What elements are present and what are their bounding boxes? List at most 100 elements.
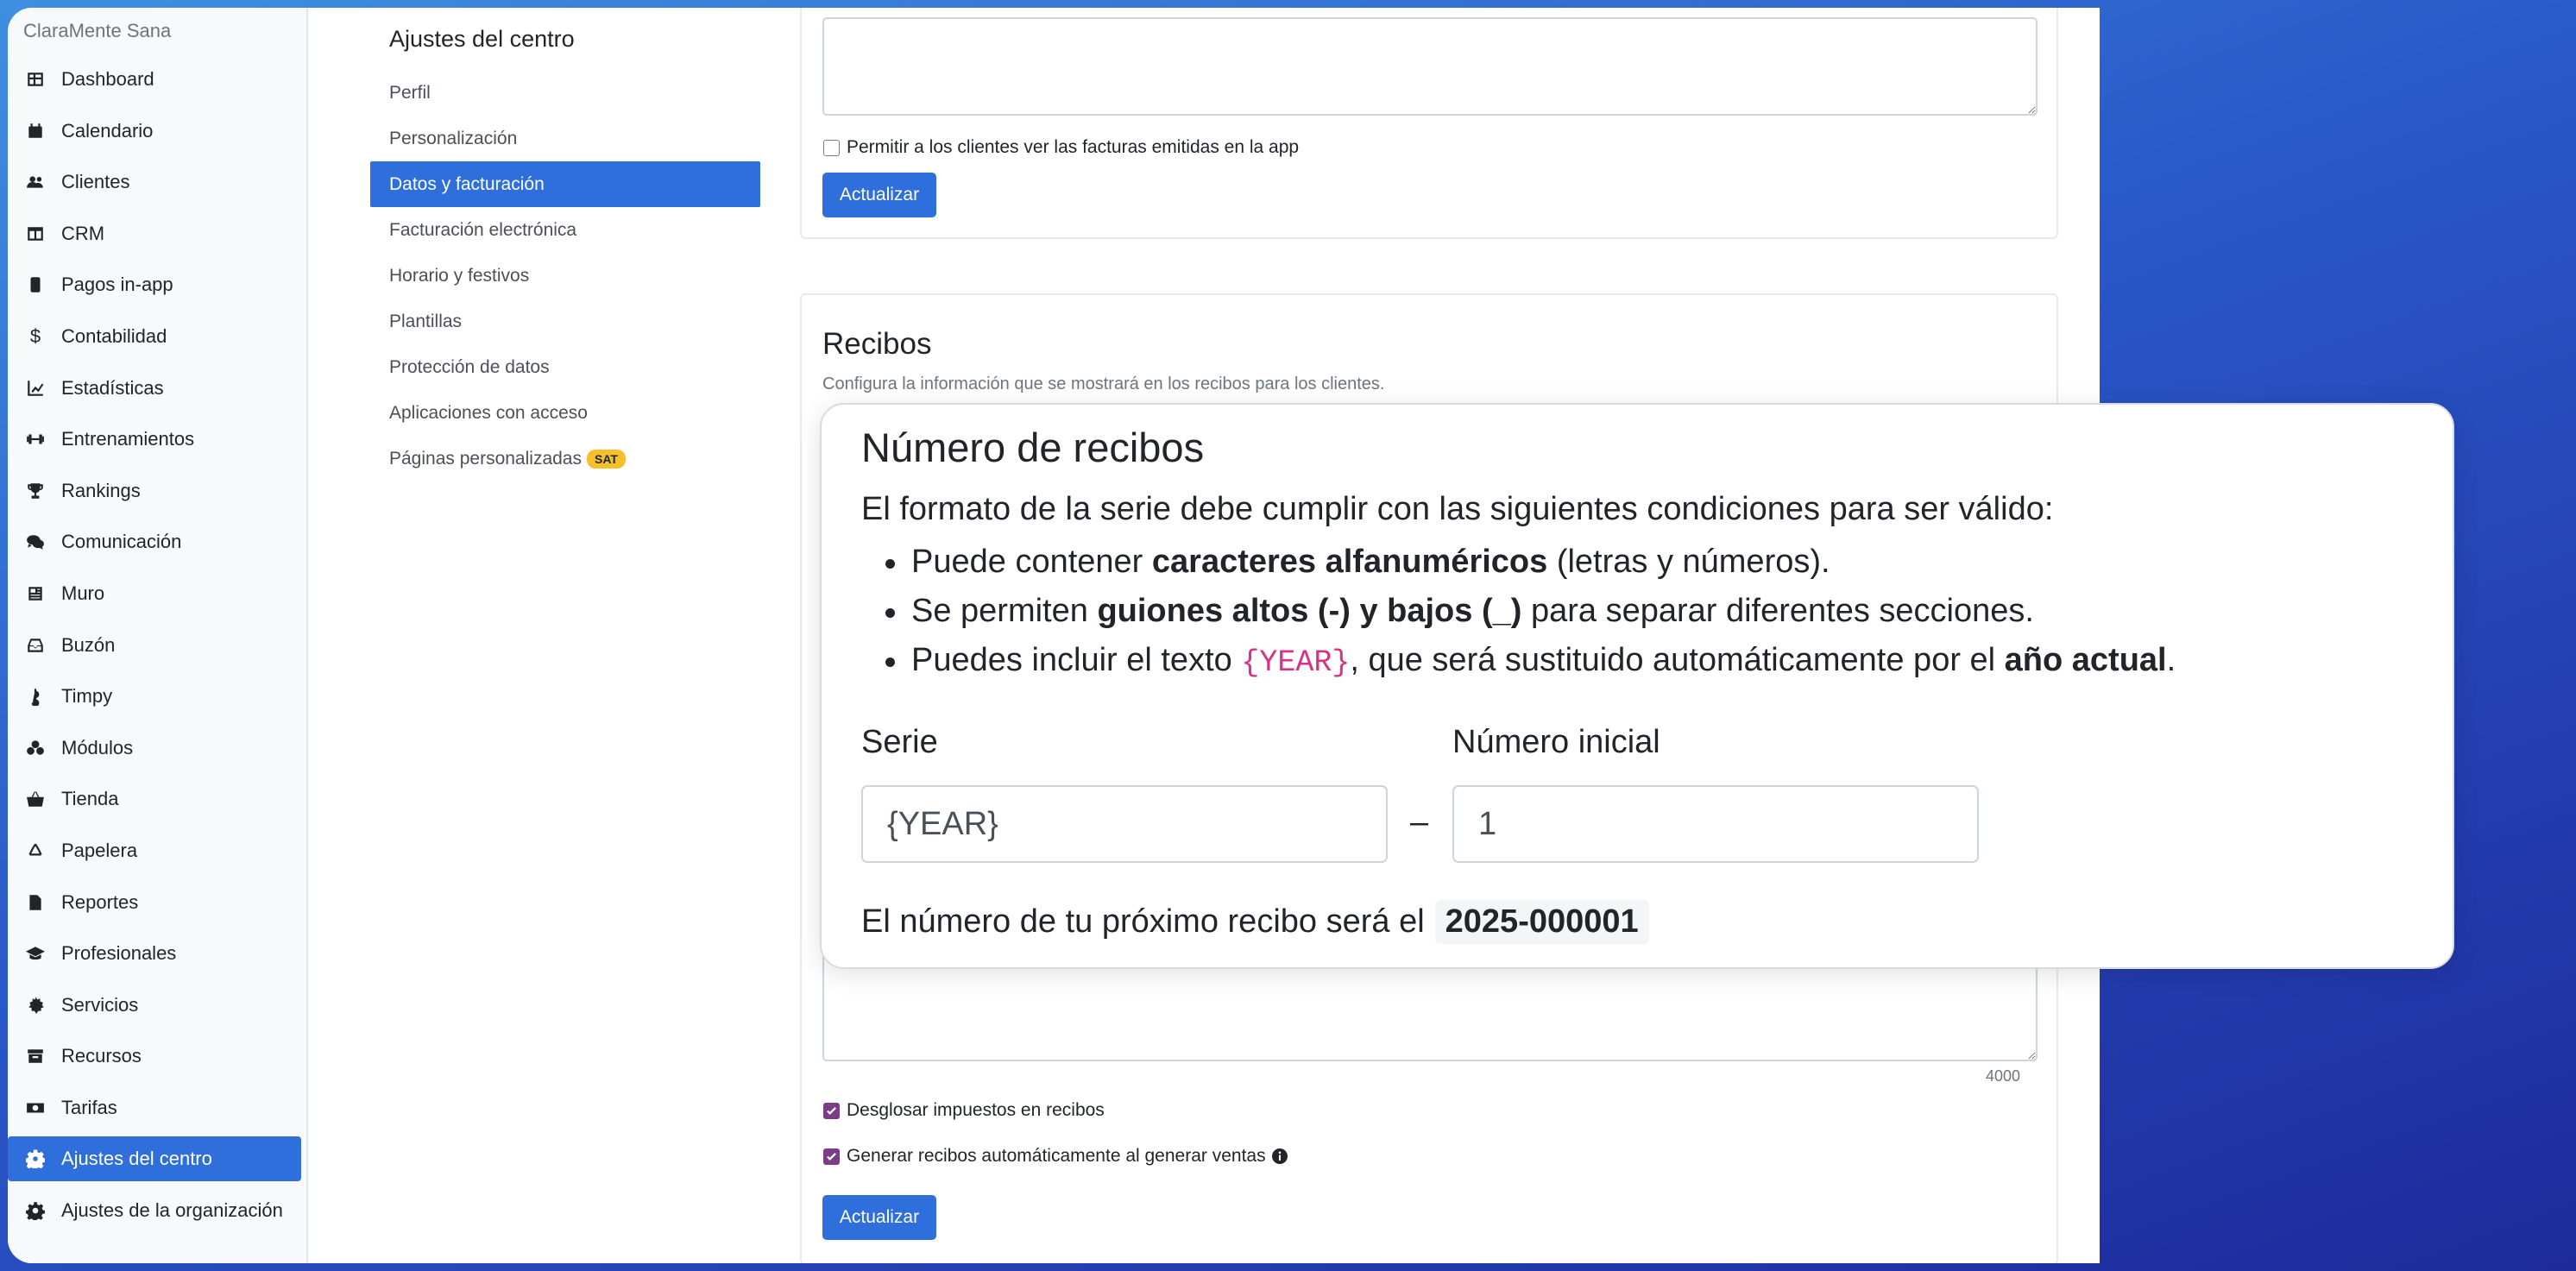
- sidebar-item-label: Calendario: [61, 119, 154, 142]
- rule-hyphens: Se permiten guiones altos (-) y bajos (_…: [885, 587, 2176, 636]
- invoice-text-area[interactable]: [822, 17, 2037, 116]
- gear-icon: [25, 1200, 46, 1221]
- columns-icon: [25, 223, 46, 244]
- dollar-icon: $: [29, 324, 41, 347]
- sidebar-item-statistics[interactable]: Estadísticas: [8, 366, 301, 411]
- sidebar-item-clients[interactable]: Clientes: [8, 160, 301, 204]
- sidebar-item-calendar[interactable]: Calendario: [8, 109, 301, 154]
- sidebar-item-inbox[interactable]: Buzón: [8, 623, 301, 668]
- calendar-icon: [25, 121, 46, 142]
- sidebar-item-label: Servicios: [61, 993, 139, 1016]
- settings-item-e-invoicing[interactable]: Facturación electrónica: [370, 207, 760, 253]
- sidebar-item-dashboard[interactable]: Dashboard: [8, 57, 301, 102]
- inbox-icon: [25, 635, 46, 656]
- allow-clients-invoices-checkbox[interactable]: [823, 139, 840, 156]
- sidebar-item-modules[interactable]: Módulos: [8, 726, 301, 771]
- trophy-icon: [25, 481, 46, 501]
- recycle-icon: [25, 840, 46, 861]
- sidebar-item-professionals[interactable]: Profesionales: [8, 931, 301, 976]
- sidebar-item-label: Comunicación: [61, 531, 182, 553]
- sidebar-item-trash[interactable]: Papelera: [8, 828, 301, 873]
- settings-item-profile[interactable]: Perfil: [370, 70, 760, 116]
- sidebar-item-label: Tienda: [61, 788, 119, 810]
- sidebar-item-center-settings[interactable]: Ajustes del centro: [8, 1136, 301, 1182]
- sidebar-item-rankings[interactable]: Rankings: [8, 469, 301, 513]
- sidebar-item-timpy[interactable]: Timpy: [8, 674, 301, 719]
- settings-item-templates[interactable]: Plantillas: [370, 299, 760, 344]
- settings-item-schedule[interactable]: Horario y festivos: [370, 253, 760, 299]
- sidebar-item-trainings[interactable]: Entrenamientos: [8, 417, 301, 462]
- popup-title: Número de recibos: [861, 425, 1205, 470]
- settings-item-label: Páginas personalizadas: [389, 449, 582, 469]
- sidebar-item-label: Profesionales: [61, 942, 177, 965]
- sat-badge: SAT: [586, 450, 626, 469]
- sidebar-item-communication[interactable]: Comunicación: [8, 519, 301, 564]
- separator-dash: –: [1410, 804, 1429, 840]
- update-receipts-button[interactable]: Actualizar: [822, 1195, 936, 1240]
- sidebar-item-services[interactable]: Servicios: [8, 983, 301, 1028]
- basket-icon: [25, 789, 46, 809]
- auto-receipts-label: Generar recibos automáticamente al gener…: [847, 1146, 1266, 1166]
- next-receipt-preview: El número de tu próximo recibo será el 2…: [861, 900, 1649, 944]
- sidebar-item-label: Pagos in-app: [61, 274, 173, 296]
- sidebar-item-label: Contabilidad: [61, 324, 167, 347]
- sidebar-item-label: Recursos: [61, 1045, 142, 1067]
- settings-item-apps-access[interactable]: Aplicaciones con acceso: [370, 390, 760, 436]
- file-icon: [25, 892, 46, 913]
- graduation-cap-icon: [25, 943, 46, 964]
- settings-item-billing-data[interactable]: Datos y facturación: [370, 161, 760, 207]
- settings-item-custom-pages[interactable]: Páginas personalizadas SAT: [370, 436, 760, 481]
- receipts-description: Configura la información que se mostrará…: [822, 374, 1385, 393]
- start-number-label: Número inicial: [1452, 724, 1660, 760]
- allow-clients-invoices-label: Permitir a los clientes ver las facturas…: [847, 137, 1300, 157]
- archive-icon: [25, 1046, 46, 1067]
- money-bill-icon: [25, 1098, 46, 1118]
- breakdown-taxes-row[interactable]: Desglosar impuestos en recibos: [823, 1100, 1105, 1121]
- phone-icon: [25, 274, 46, 295]
- sidebar-item-in-app-payments[interactable]: Pagos in-app: [8, 262, 301, 307]
- sidebar-item-label: Estadísticas: [61, 376, 164, 399]
- sidebar: ClaraMente Sana Dashboard Calendario Cli…: [8, 8, 308, 1263]
- sidebar-item-wall[interactable]: Muro: [8, 571, 301, 616]
- sidebar-item-label: Entrenamientos: [61, 428, 195, 450]
- auto-receipts-checkbox[interactable]: [823, 1148, 840, 1165]
- brand-name: ClaraMente Sana: [23, 20, 172, 41]
- next-receipt-text: El número de tu próximo recibo será el: [861, 903, 1425, 940]
- certificate-icon: [25, 995, 46, 1016]
- allow-clients-invoices-row[interactable]: Permitir a los clientes ver las facturas…: [823, 137, 1299, 158]
- sidebar-item-label: Buzón: [61, 633, 116, 656]
- sidebar-item-crm[interactable]: CRM: [8, 211, 301, 256]
- start-number-input[interactable]: 1: [1452, 785, 1979, 863]
- receipts-title: Recibos: [822, 327, 932, 361]
- table-icon: [25, 69, 46, 90]
- sidebar-item-label: CRM: [61, 222, 105, 244]
- settings-item-data-protection[interactable]: Protección de datos: [370, 344, 760, 390]
- rule-alphanumeric: Puede contener caracteres alfanuméricos …: [885, 538, 2176, 587]
- sidebar-item-resources[interactable]: Recursos: [8, 1034, 301, 1079]
- sidebar-item-label: Tarifas: [61, 1096, 117, 1118]
- update-invoices-button[interactable]: Actualizar: [822, 173, 936, 217]
- sidebar-item-organization-settings[interactable]: Ajustes de la organización: [8, 1188, 301, 1233]
- chart-icon: [25, 378, 46, 399]
- sidebar-item-label: Papelera: [61, 839, 138, 861]
- hook-icon: [25, 686, 46, 707]
- breakdown-taxes-checkbox[interactable]: [823, 1102, 840, 1119]
- sidebar-nav: Dashboard Calendario Clientes CRM Pagos …: [8, 57, 308, 1240]
- sidebar-item-label: Clientes: [61, 171, 130, 193]
- newspaper-icon: [25, 583, 46, 604]
- serie-input[interactable]: {YEAR}: [861, 785, 1388, 863]
- auto-receipts-row[interactable]: Generar recibos automáticamente al gener…: [823, 1146, 1288, 1167]
- sidebar-item-reports[interactable]: Reportes: [8, 880, 301, 925]
- sidebar-item-rates[interactable]: Tarifas: [8, 1085, 301, 1130]
- sidebar-item-label: Reportes: [61, 890, 139, 913]
- serie-label: Serie: [861, 724, 938, 760]
- sidebar-item-store[interactable]: Tienda: [8, 777, 301, 821]
- character-counter: 4000: [1986, 1067, 2021, 1085]
- sidebar-item-accounting[interactable]: $ Contabilidad: [8, 314, 301, 359]
- next-receipt-number: 2025-000001: [1434, 900, 1649, 944]
- info-icon[interactable]: [1271, 1148, 1288, 1165]
- sidebar-item-label: Módulos: [61, 736, 134, 758]
- settings-item-customization[interactable]: Personalización: [370, 116, 760, 161]
- settings-menu: Ajustes del centro Perfil Personalizació…: [370, 23, 760, 481]
- popup-intro: El formato de la serie debe cumplir con …: [861, 491, 2054, 527]
